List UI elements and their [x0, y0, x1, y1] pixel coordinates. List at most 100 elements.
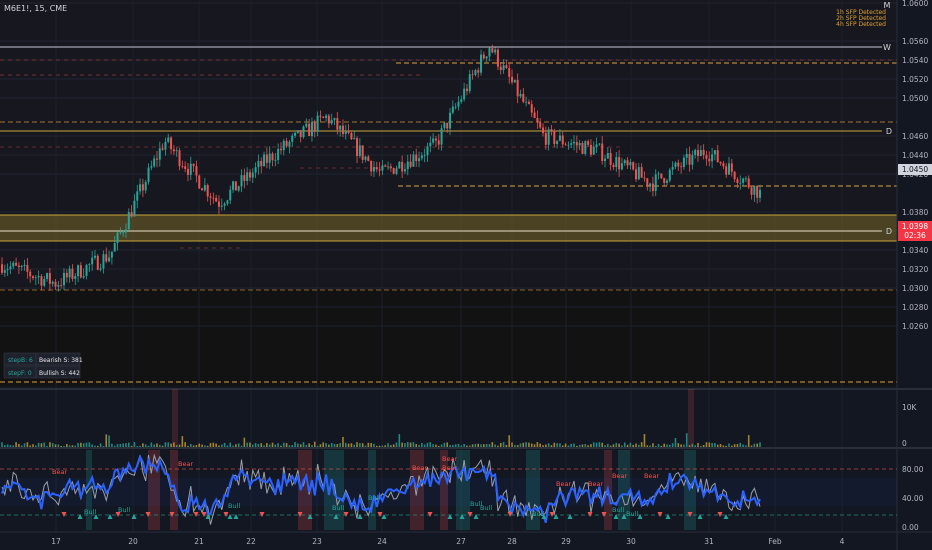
- volume-bar: [663, 443, 665, 447]
- volume-bar: [437, 445, 440, 447]
- candle-body: [136, 191, 139, 201]
- candle-body: [550, 129, 553, 131]
- volume-bar: [733, 444, 736, 447]
- candle-body: [243, 175, 246, 181]
- candle-body: [728, 163, 731, 175]
- candle-body: [730, 163, 733, 172]
- volume-bar: [119, 443, 122, 447]
- volume-bar: [142, 443, 144, 447]
- volume-bar: [68, 445, 71, 447]
- candle-body: [406, 161, 409, 170]
- volume-bar: [111, 443, 113, 447]
- candle-body: [246, 172, 249, 181]
- candle-body: [561, 135, 564, 145]
- volume-bar: [449, 445, 451, 447]
- candle-body: [31, 276, 34, 278]
- candle-body: [389, 166, 392, 169]
- volume-bar: [457, 443, 460, 447]
- volume-bar: [125, 443, 127, 447]
- volume-bar: [739, 442, 742, 447]
- volume-bar: [235, 444, 237, 447]
- volume-bar: [311, 445, 313, 447]
- volume-bar: [333, 443, 336, 447]
- volume-bar: [480, 444, 482, 447]
- candle-body: [99, 268, 102, 270]
- volume-bar: [443, 442, 446, 447]
- bull-label: Bull: [532, 510, 544, 518]
- price-tick-label: 1.0340: [902, 246, 928, 255]
- volume-bar: [201, 444, 203, 447]
- candle-body: [116, 232, 119, 244]
- candle-body: [251, 172, 254, 178]
- candle-body: [623, 160, 626, 164]
- volume-bar: [139, 445, 141, 447]
- candle-body: [370, 160, 373, 172]
- time-tick-label: 20: [128, 537, 138, 546]
- candle-body: [595, 144, 598, 148]
- bull-label: Bull: [368, 494, 380, 502]
- volume-bar: [731, 445, 733, 447]
- volume-bar: [697, 442, 699, 447]
- candle-body: [716, 150, 719, 162]
- volume-bar: [640, 442, 643, 447]
- volume-bar: [277, 443, 279, 447]
- time-tick-label: 28: [507, 537, 517, 546]
- volume-bar: [26, 442, 29, 447]
- volume-bar: [683, 444, 685, 447]
- candle-body: [350, 132, 353, 140]
- time-tick-label: 30: [626, 537, 636, 546]
- volume-bar: [113, 445, 116, 447]
- volume-bar: [460, 445, 463, 447]
- volume-bar: [122, 443, 124, 447]
- candle-body: [375, 167, 378, 170]
- candle-body: [234, 181, 237, 191]
- candle-body: [584, 141, 587, 154]
- candle-body: [381, 165, 384, 171]
- candle-body: [277, 148, 280, 160]
- level-tag-monthly: M: [884, 1, 891, 10]
- candle-body: [589, 144, 592, 155]
- volume-bar: [4, 445, 6, 447]
- symbol-title[interactable]: M6E1!, 15, CME: [4, 4, 67, 13]
- candle-body: [575, 141, 578, 146]
- candle-body: [279, 148, 282, 151]
- volume-bar: [18, 443, 20, 447]
- trading-chart[interactable]: BearBear BearBearBearBear BearBear BearBull…: [0, 0, 932, 550]
- price-tick-label: 1.0600: [902, 0, 928, 8]
- candle-body: [505, 65, 508, 68]
- volume-bar: [609, 445, 612, 447]
- price-tick-label: 1.0520: [902, 75, 928, 84]
- candle-body: [327, 115, 330, 124]
- volume-bar: [288, 445, 291, 447]
- bear-label: Bear: [412, 464, 427, 472]
- candle-body: [626, 160, 629, 166]
- candle-body: [240, 175, 243, 187]
- candle-body: [711, 154, 714, 162]
- candle-body: [606, 152, 609, 159]
- candle-body: [62, 272, 65, 286]
- bull-label: Bull: [228, 502, 240, 510]
- volume-bar: [77, 442, 79, 447]
- volume-bar: [398, 434, 401, 447]
- volume-bar: [533, 444, 536, 447]
- volume-bar: [336, 444, 339, 447]
- volume-bar: [747, 435, 750, 447]
- volume-bar: [652, 443, 654, 447]
- volume-bar: [319, 444, 322, 447]
- volume-bar: [192, 445, 195, 447]
- candle-body: [609, 152, 612, 165]
- candle-body: [212, 197, 215, 199]
- volume-bar: [539, 443, 542, 447]
- osc-axis-80: 80.00: [902, 465, 924, 474]
- volume-bar: [299, 444, 302, 447]
- candle-body: [265, 154, 268, 163]
- price-tick-label: 1.0440: [902, 151, 928, 160]
- candle-body: [697, 150, 700, 157]
- volume-bar: [604, 445, 606, 447]
- candle-body: [12, 262, 15, 267]
- volume-bar: [429, 442, 432, 447]
- candle-body: [282, 140, 285, 151]
- volume-bar: [677, 443, 680, 447]
- volume-bar: [206, 445, 209, 447]
- volume-bar: [463, 444, 465, 447]
